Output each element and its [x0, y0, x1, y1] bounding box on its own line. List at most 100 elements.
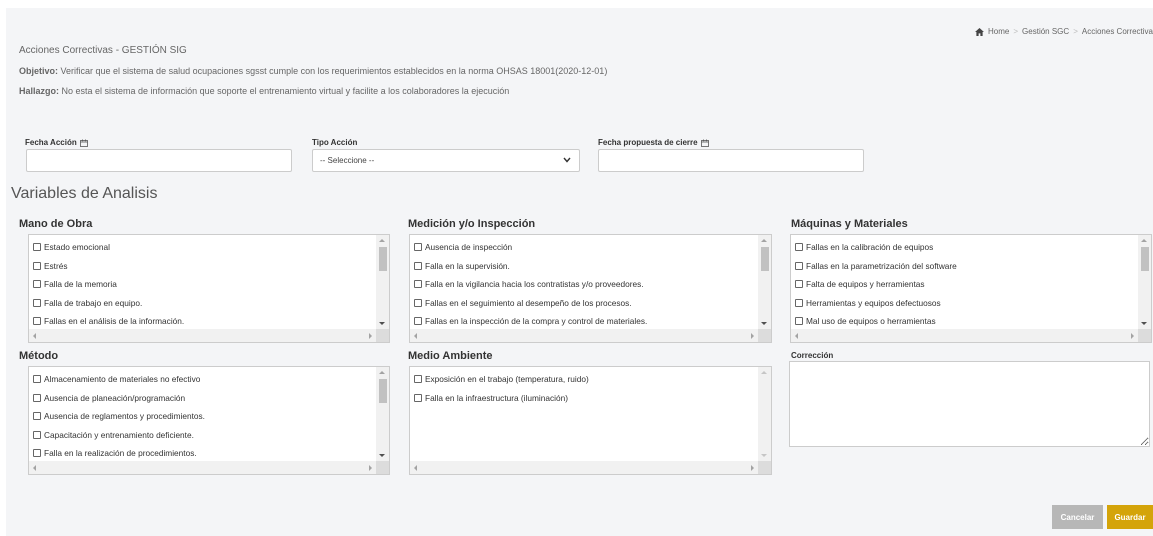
breadcrumb-gestion-sgc[interactable]: Gestión SGC: [1022, 27, 1069, 36]
fecha-accion-input[interactable]: [26, 149, 292, 172]
horizontal-scrollbar[interactable]: [29, 329, 376, 342]
hallazgo-label: Hallazgo:: [19, 86, 60, 96]
checkbox-item[interactable]: Estado emocional: [33, 238, 373, 257]
tipo-accion-label: Tipo Acción: [312, 138, 357, 147]
horizontal-scrollbar[interactable]: [410, 329, 758, 342]
hallazgo-line: Hallazgo: No esta el sistema de informac…: [19, 86, 509, 96]
listbox-items: Ausencia de inspección Falla en la superv…: [414, 238, 755, 331]
checkbox-label: Herramientas y equipos defectuosos: [806, 297, 941, 308]
listbox-medio-ambiente[interactable]: Exposición en el trabajo (temperatura, r…: [409, 366, 772, 475]
checkbox-item[interactable]: Falla de la memoria: [33, 275, 373, 294]
scrollbar-thumb[interactable]: [379, 379, 387, 403]
checkbox[interactable]: [795, 261, 803, 270]
checkbox[interactable]: [795, 280, 803, 289]
vertical-scrollbar[interactable]: [376, 235, 389, 329]
horizontal-scrollbar[interactable]: [29, 461, 376, 474]
checkbox-item[interactable]: Exposición en el trabajo (temperatura, r…: [414, 370, 755, 389]
checkbox[interactable]: [33, 317, 41, 326]
objetivo-text: Verificar que el sistema de salud ocupac…: [58, 66, 608, 76]
save-button[interactable]: Guardar: [1107, 505, 1153, 529]
vertical-scrollbar[interactable]: [1138, 235, 1151, 329]
checkbox-item[interactable]: Ausencia de reglamentos y procedimientos…: [33, 407, 373, 426]
checkbox-label: Falla en la infraestructura (iluminación…: [425, 392, 568, 403]
checkbox[interactable]: [414, 375, 422, 384]
checkbox[interactable]: [795, 317, 803, 326]
checkbox-item[interactable]: Herramientas y equipos defectuosos: [795, 294, 1135, 313]
checkbox-label: Estrés: [44, 260, 68, 271]
checkbox-item[interactable]: Falla en la vigilancia hacia los contrat…: [414, 275, 755, 294]
checkbox[interactable]: [33, 243, 41, 252]
checkbox[interactable]: [33, 430, 41, 439]
checkbox-item[interactable]: Falla en la realización de procedimiento…: [33, 444, 373, 463]
group-title-metodo: Método: [19, 350, 59, 362]
scrollbar-corner: [758, 329, 771, 342]
checkbox-item[interactable]: Falla en la supervisión.: [414, 257, 755, 276]
checkbox-label: Fallas en la calibración de equipos: [806, 242, 934, 253]
breadcrumb-home[interactable]: Home: [988, 27, 1009, 36]
checkbox[interactable]: [33, 261, 41, 270]
checkbox[interactable]: [414, 317, 422, 326]
variables-section-title: Variables de Analisis: [11, 185, 158, 202]
checkbox-item[interactable]: Falla en la infraestructura (iluminación…: [414, 389, 755, 408]
calendar-icon: [700, 139, 709, 147]
checkbox[interactable]: [414, 298, 422, 307]
checkbox[interactable]: [33, 393, 41, 402]
group-title-maquinas: Máquinas y Materiales: [791, 218, 908, 230]
checkbox[interactable]: [795, 298, 803, 307]
hallazgo-text: No esta el sistema de información que so…: [59, 86, 510, 96]
scrollbar-thumb[interactable]: [379, 247, 387, 271]
checkbox-label: Falla de la memoria: [44, 279, 117, 290]
breadcrumb-separator: >: [1073, 27, 1078, 36]
checkbox-label: Falla de trabajo en equipo.: [44, 297, 143, 308]
listbox-medicion[interactable]: Ausencia de inspección Falla en la superv…: [409, 234, 772, 343]
checkbox[interactable]: [33, 280, 41, 289]
fecha-cierre-label-text: Fecha propuesta de cierre: [598, 138, 698, 147]
fecha-cierre-input[interactable]: [598, 149, 864, 172]
checkbox[interactable]: [33, 375, 41, 384]
checkbox[interactable]: [414, 393, 422, 402]
checkbox-item[interactable]: Fallas en el análisis de la información.: [33, 312, 373, 331]
checkbox-item[interactable]: Fallas en la parametrización del softwar…: [795, 257, 1135, 276]
objetivo-label: Objetivo:: [19, 66, 59, 76]
listbox-items: Estado emocional Estrés Falla de la memori…: [33, 238, 373, 331]
checkbox-item[interactable]: Fallas en el seguimiento al desempeño de…: [414, 294, 755, 313]
checkbox-item[interactable]: Falta de equipos y herramientas: [795, 275, 1135, 294]
checkbox-item[interactable]: Mal uso de equipos o herramientas: [795, 312, 1135, 331]
horizontal-scrollbar[interactable]: [410, 461, 758, 474]
checkbox-label: Fallas en la parametrización del softwar…: [806, 260, 957, 271]
checkbox-item[interactable]: Capacitación y entrenamiento deficiente.: [33, 426, 373, 445]
scrollbar-thumb[interactable]: [761, 247, 769, 271]
vertical-scrollbar[interactable]: [758, 367, 771, 461]
checkbox-item[interactable]: Almacenamiento de materiales no efectivo: [33, 370, 373, 389]
scrollbar-thumb[interactable]: [1141, 247, 1149, 271]
listbox-metodo[interactable]: Almacenamiento de materiales no efectivo…: [28, 366, 390, 475]
vertical-scrollbar[interactable]: [376, 367, 389, 461]
checkbox-item[interactable]: Ausencia de inspección: [414, 238, 755, 257]
checkbox-label: Falla en la vigilancia hacia los contrat…: [425, 279, 644, 290]
checkbox[interactable]: [414, 243, 422, 252]
checkbox-item[interactable]: Fallas en la calibración de equipos: [795, 238, 1135, 257]
correccion-textarea[interactable]: [789, 361, 1150, 447]
horizontal-scrollbar[interactable]: [791, 329, 1138, 342]
vertical-scrollbar[interactable]: [758, 235, 771, 329]
listbox-mano-de-obra[interactable]: Estado emocional Estrés Falla de la memori…: [28, 234, 390, 343]
tipo-accion-label-text: Tipo Acción: [312, 138, 358, 147]
checkbox[interactable]: [795, 243, 803, 252]
checkbox[interactable]: [33, 449, 41, 458]
tipo-accion-select[interactable]: -- Seleccione --: [312, 149, 580, 172]
checkbox[interactable]: [33, 412, 41, 421]
checkbox-label: Mal uso de equipos o herramientas: [806, 316, 936, 327]
checkbox-item[interactable]: Ausencia de planeación/programación: [33, 389, 373, 408]
checkbox-label: Falla en la supervisión.: [425, 260, 510, 271]
cancel-button[interactable]: Cancelar: [1052, 505, 1103, 529]
scrollbar-corner: [376, 461, 389, 474]
scrollbar-corner: [1138, 329, 1151, 342]
checkbox[interactable]: [414, 280, 422, 289]
checkbox-item[interactable]: Fallas en la inspección de la compra y c…: [414, 312, 755, 331]
checkbox-label: Fallas en la inspección de la compra y c…: [425, 316, 648, 327]
checkbox[interactable]: [414, 261, 422, 270]
checkbox-item[interactable]: Falla de trabajo en equipo.: [33, 294, 373, 313]
checkbox-item[interactable]: Estrés: [33, 257, 373, 276]
checkbox[interactable]: [33, 298, 41, 307]
listbox-maquinas[interactable]: Fallas en la calibración de equipos Falla…: [790, 234, 1152, 343]
